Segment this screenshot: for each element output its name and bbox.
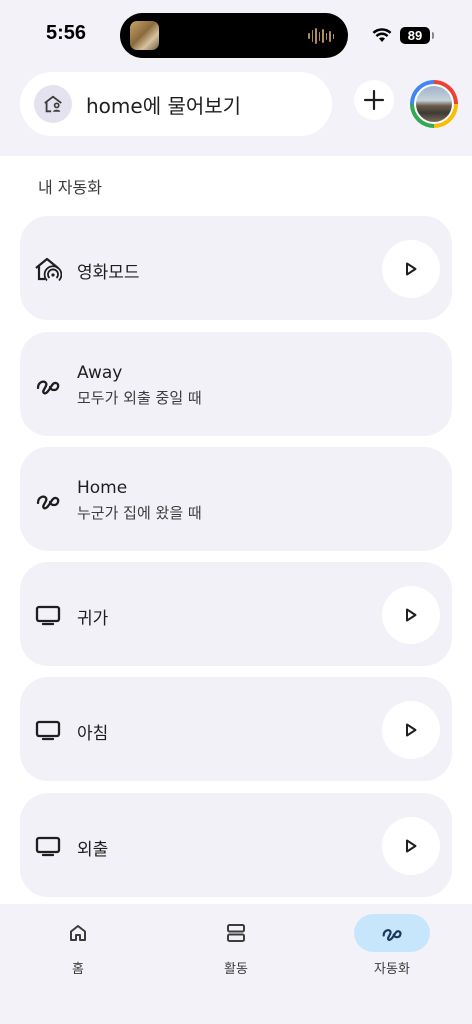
search-placeholder: home에 물어보기 xyxy=(86,93,242,118)
nav-label: 자동화 xyxy=(374,962,410,977)
run-automation-button[interactable] xyxy=(382,817,440,875)
now-playing-artwork xyxy=(130,21,159,50)
automation-title: 아침 xyxy=(77,724,109,744)
nav-activity[interactable]: 활동 xyxy=(186,914,286,984)
automation-title: 외출 xyxy=(77,840,109,860)
run-automation-button[interactable] xyxy=(382,701,440,759)
nav-home[interactable]: 홈 xyxy=(28,914,128,984)
tv-icon xyxy=(34,717,62,743)
battery-indicator: 89 xyxy=(400,26,434,44)
play-icon xyxy=(406,839,417,853)
automation-title: Home xyxy=(77,478,128,498)
app-header: home에 물어보기 xyxy=(0,64,472,156)
routine-squiggle-icon xyxy=(34,487,62,513)
wifi-icon xyxy=(372,28,392,42)
ask-home-search[interactable]: home에 물어보기 xyxy=(20,72,332,136)
tv-icon xyxy=(34,602,62,628)
bottom-navigation: 홈 활동 자동화 xyxy=(0,904,472,1024)
dynamic-island[interactable] xyxy=(120,13,348,58)
status-indicators: 89 xyxy=(372,24,434,46)
section-title: 내 자동화 xyxy=(38,178,102,197)
nav-label: 홈 xyxy=(72,962,84,977)
play-icon xyxy=(406,608,417,622)
automation-card-morning[interactable]: 아침 xyxy=(20,677,452,781)
nav-automation[interactable]: 자동화 xyxy=(342,914,442,984)
status-time: 5:56 xyxy=(46,22,87,44)
automation-subtitle: 모두가 외출 중일 때 xyxy=(77,389,202,407)
home-person-icon xyxy=(34,85,72,123)
avatar-photo xyxy=(414,84,454,124)
status-bar: 5:56 89 xyxy=(0,0,472,64)
automation-subtitle: 누군가 집에 왔을 때 xyxy=(77,504,202,522)
play-icon xyxy=(406,723,417,737)
home-broadcast-icon xyxy=(34,256,62,282)
add-button[interactable] xyxy=(354,80,394,120)
audio-waveform-icon xyxy=(308,27,334,45)
automation-card-going-out[interactable]: 외출 xyxy=(20,793,452,897)
automation-card-movie-mode[interactable]: 영화모드 xyxy=(20,216,452,320)
automation-title: 귀가 xyxy=(77,609,109,629)
automation-icon xyxy=(354,914,430,952)
nav-label: 활동 xyxy=(224,962,248,977)
automation-title: 영화모드 xyxy=(77,263,140,283)
home-icon xyxy=(40,914,116,952)
automation-card-home[interactable]: Home 누군가 집에 왔을 때 xyxy=(20,447,452,551)
automation-card-away[interactable]: Away 모두가 외출 중일 때 xyxy=(20,332,452,436)
plus-icon xyxy=(363,89,385,111)
play-icon xyxy=(406,262,417,276)
run-automation-button[interactable] xyxy=(382,586,440,644)
automation-title: Away xyxy=(77,363,123,383)
activity-icon xyxy=(198,914,274,952)
routine-squiggle-icon xyxy=(34,372,62,398)
run-automation-button[interactable] xyxy=(382,240,440,298)
automation-card-return-home[interactable]: 귀가 xyxy=(20,562,452,666)
profile-avatar[interactable] xyxy=(410,80,458,128)
tv-icon xyxy=(34,833,62,859)
